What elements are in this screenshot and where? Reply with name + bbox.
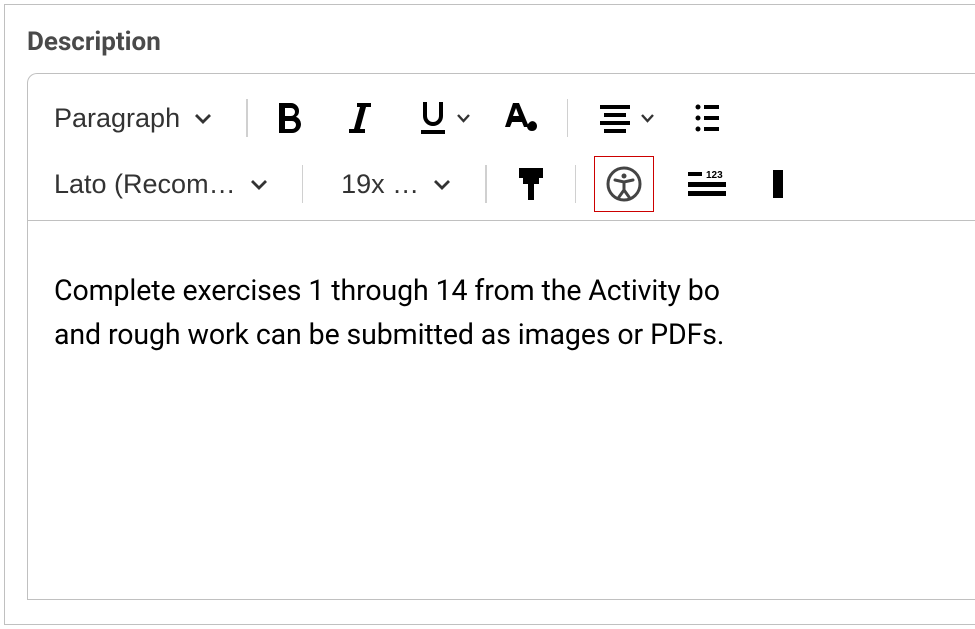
- accessibility-checker-button[interactable]: [597, 159, 651, 209]
- content-line-1: Complete exercises 1 through 14 from the…: [54, 269, 975, 313]
- svg-text:123: 123: [706, 170, 723, 181]
- word-count-button[interactable]: 123: [678, 160, 736, 208]
- bold-icon: [275, 101, 305, 135]
- font-size-label: 19x …: [341, 169, 419, 200]
- underline-button[interactable]: [406, 94, 479, 142]
- font-size-dropdown[interactable]: 19x …: [321, 163, 467, 206]
- format-painter-icon: [513, 166, 549, 202]
- italic-button[interactable]: [336, 94, 384, 142]
- chevron-down-icon: [433, 174, 451, 195]
- chevron-down-icon: [640, 113, 655, 123]
- field-label: Description: [27, 27, 975, 57]
- more-icon: [771, 168, 785, 200]
- accessibility-highlight: [594, 156, 654, 212]
- description-field: Description Paragraph: [4, 4, 975, 625]
- toolbar-divider: [567, 99, 569, 137]
- toolbar-row-1: Paragraph: [50, 94, 975, 142]
- block-format-label: Paragraph: [54, 103, 180, 134]
- font-family-label: Lato (Recom…: [54, 169, 236, 200]
- bullet-list-icon: [695, 103, 719, 133]
- align-icon: [598, 103, 632, 133]
- italic-icon: [347, 101, 373, 135]
- toolbar-divider: [246, 99, 248, 137]
- block-format-dropdown[interactable]: Paragraph: [50, 97, 228, 140]
- editor-content[interactable]: Complete exercises 1 through 14 from the…: [28, 221, 975, 357]
- align-button[interactable]: [586, 94, 663, 142]
- rich-text-editor: Paragraph: [27, 73, 975, 600]
- toolbar-row-2: Lato (Recom… 19x …: [50, 160, 975, 208]
- underline-icon: [418, 100, 448, 136]
- word-count-icon: 123: [686, 170, 728, 198]
- toolbar-divider: [575, 165, 577, 203]
- chevron-down-icon: [194, 108, 212, 129]
- bullet-list-button[interactable]: [683, 94, 731, 142]
- toolbar-divider: [485, 165, 487, 203]
- more-tools-button[interactable]: [754, 160, 802, 208]
- chevron-down-icon: [456, 113, 471, 123]
- accessibility-icon: [605, 165, 643, 203]
- chevron-down-icon: [250, 174, 268, 195]
- text-color-icon: [501, 101, 541, 135]
- bold-button[interactable]: [266, 94, 314, 142]
- text-color-button[interactable]: [493, 94, 549, 142]
- format-painter-button[interactable]: [505, 160, 557, 208]
- content-line-2: and rough work can be submitted as image…: [54, 313, 975, 357]
- editor-toolbar: Paragraph: [28, 74, 975, 221]
- font-family-dropdown[interactable]: Lato (Recom…: [50, 163, 284, 206]
- toolbar-divider: [302, 165, 304, 203]
